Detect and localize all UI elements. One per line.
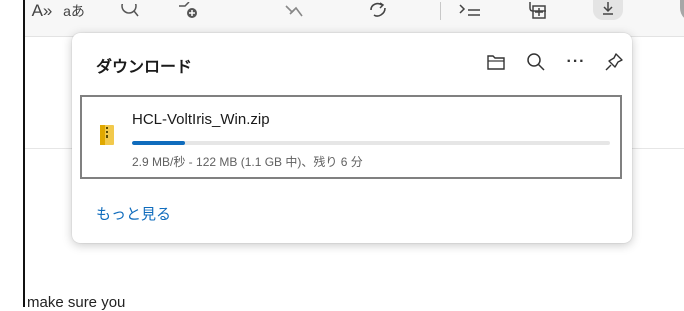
more-options-icon[interactable]: ··· [562, 48, 590, 76]
favorites-icon[interactable] [455, 0, 485, 22]
downloads-button-active[interactable] [593, 0, 623, 20]
download-progress-bar [132, 141, 610, 145]
browser-toolbar: A» aあ [25, 0, 684, 37]
page-body-text: make sure you [27, 294, 126, 311]
window-frame-edge [23, 0, 25, 307]
immersive-reader-icon[interactable]: aあ [59, 0, 89, 22]
folder-icon[interactable] [482, 48, 510, 76]
pin-icon[interactable] [600, 48, 628, 76]
zoom-search-icon[interactable] [117, 0, 143, 22]
zip-file-icon [100, 125, 114, 150]
download-progress-fill [132, 141, 185, 145]
search-icon[interactable] [522, 48, 550, 76]
toolbar-separator [440, 2, 441, 20]
add-favorite-icon[interactable] [175, 0, 201, 22]
extensions-icon[interactable] [281, 0, 307, 22]
panel-title: ダウンロード [96, 59, 193, 76]
sync-icon[interactable] [365, 0, 391, 22]
download-status: 2.9 MB/秒 - 122 MB (1.1 GB 中)、残り 6 分 [132, 155, 363, 169]
profile-avatar[interactable] [680, 0, 684, 22]
downloads-panel: ダウンロード ··· HCL-VoltIris_Win.zip 2.9 MB/秒… [72, 33, 632, 243]
read-aloud-icon[interactable]: A» [31, 0, 53, 22]
see-more-link[interactable]: もっと見る [96, 203, 171, 224]
collections-icon[interactable] [523, 0, 553, 22]
download-file-name[interactable]: HCL-VoltIris_Win.zip [132, 111, 270, 128]
download-item[interactable]: HCL-VoltIris_Win.zip 2.9 MB/秒 - 122 MB (… [80, 95, 622, 179]
download-icon [603, 2, 613, 15]
